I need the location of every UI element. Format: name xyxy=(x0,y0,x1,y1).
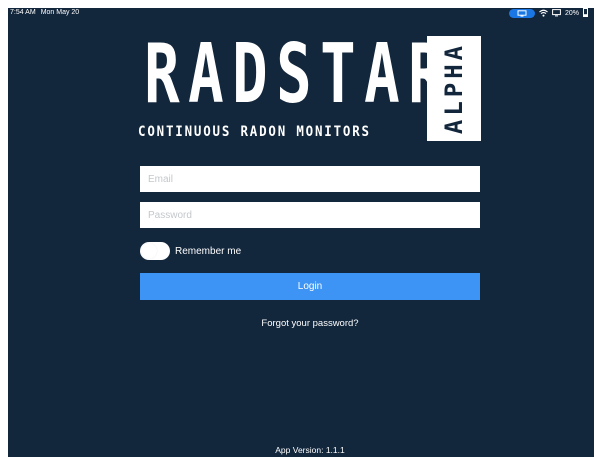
app-version: App Version: 1.1.1 xyxy=(275,445,345,455)
alpha-badge: ALPHA xyxy=(427,36,481,141)
wifi-icon xyxy=(539,9,548,19)
password-field[interactable] xyxy=(140,202,480,228)
remember-me-label: Remember me xyxy=(175,245,242,257)
email-field[interactable] xyxy=(140,166,480,192)
screen-mirroring-icon[interactable] xyxy=(508,9,535,18)
status-time-date: 7:54 AM Mon May 20 xyxy=(10,9,84,16)
logo-letter: A xyxy=(364,27,400,122)
logo-letter: T xyxy=(320,27,356,122)
logo-letter: D xyxy=(232,27,268,122)
login-screen: 7:54 AM Mon May 20 20% R A D S T A R CON… xyxy=(8,8,594,457)
status-bar: 7:54 AM Mon May 20 20% xyxy=(8,8,594,20)
logo-tagline: CONTINUOUS RADON MONITORS xyxy=(138,124,371,140)
battery-icon xyxy=(583,8,588,19)
alpha-badge-text: ALPHA xyxy=(440,41,468,135)
logo-wordmark: R A D S T A R xyxy=(138,27,444,122)
status-indicators: 20% xyxy=(508,8,588,19)
battery-percent: 20% xyxy=(564,10,579,17)
toggle-knob xyxy=(141,243,157,259)
remember-me-row: Remember me xyxy=(140,242,241,260)
status-time: 7:54 AM xyxy=(10,9,36,16)
remember-me-toggle[interactable] xyxy=(140,242,170,260)
logo-letter: S xyxy=(276,27,312,122)
login-button[interactable]: Login xyxy=(140,273,480,300)
radstar-logo: R A D S T A R CONTINUOUS RADON MONITORS … xyxy=(138,32,488,150)
airplay-icon xyxy=(552,8,561,19)
status-date: Mon May 20 xyxy=(40,9,80,16)
logo-letter: A xyxy=(188,27,224,122)
logo-letter: R xyxy=(144,27,180,122)
forgot-password-link[interactable]: Forgot your password? xyxy=(140,318,480,329)
